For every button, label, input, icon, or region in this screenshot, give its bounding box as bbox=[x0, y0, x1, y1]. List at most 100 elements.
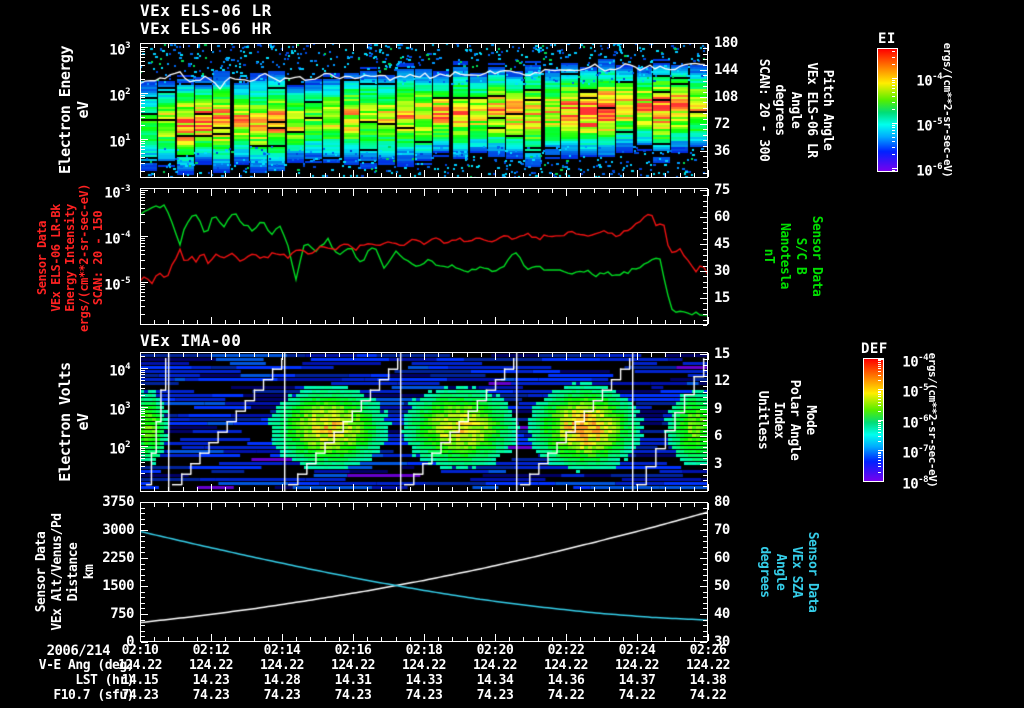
tick-mark bbox=[580, 487, 581, 491]
tick-mark bbox=[481, 189, 482, 193]
tick-mark bbox=[141, 434, 145, 435]
tick-mark bbox=[892, 123, 898, 124]
tick-mark bbox=[703, 206, 707, 207]
tick-mark bbox=[339, 503, 340, 507]
tick-mark bbox=[538, 487, 539, 491]
tick-mark bbox=[700, 244, 707, 245]
tick-mark bbox=[183, 503, 184, 507]
tick-mark bbox=[523, 320, 524, 324]
tick-mark bbox=[254, 189, 255, 193]
tick-mark bbox=[703, 631, 707, 632]
bottom-row-value: 74.23 bbox=[476, 688, 514, 703]
tick-mark bbox=[703, 386, 707, 387]
tick-mark bbox=[141, 194, 145, 195]
tick-mark bbox=[141, 61, 145, 62]
colorbar1-tick: 10-5 bbox=[916, 117, 942, 135]
tick-mark bbox=[141, 411, 145, 412]
tick-mark bbox=[282, 170, 283, 177]
tick-mark bbox=[424, 317, 425, 324]
tick-mark bbox=[141, 246, 145, 247]
panel4-rtick: 60 bbox=[714, 550, 730, 566]
tick-mark bbox=[481, 44, 482, 48]
tick-mark bbox=[609, 173, 610, 177]
tick-mark bbox=[878, 436, 881, 437]
tick-mark bbox=[623, 503, 624, 507]
tick-mark bbox=[892, 88, 895, 89]
tick-mark bbox=[609, 44, 610, 48]
panel4-right-label-line: VEx SZA bbox=[789, 546, 804, 598]
bottom-row-value: 124.22 bbox=[260, 658, 304, 673]
tick-mark bbox=[197, 44, 198, 48]
tick-mark bbox=[703, 392, 707, 393]
panel3-left-label: Electron Volts eV bbox=[56, 362, 92, 481]
tick-mark bbox=[509, 503, 510, 507]
tick-mark bbox=[211, 484, 212, 491]
tick-mark bbox=[703, 320, 707, 321]
tick-mark bbox=[452, 189, 453, 193]
tick-mark bbox=[566, 44, 567, 51]
tick-mark bbox=[703, 167, 707, 168]
tick-mark bbox=[310, 637, 311, 641]
tick-mark bbox=[623, 173, 624, 177]
tick-mark bbox=[254, 353, 255, 357]
tick-mark bbox=[141, 620, 145, 621]
bottom-row-value: 14.33 bbox=[405, 673, 443, 688]
panel1-rtick: 72 bbox=[714, 116, 730, 132]
time-label: 02:16 bbox=[334, 643, 372, 658]
tick-mark bbox=[254, 503, 255, 507]
panel3-right-label-line: Mode bbox=[803, 405, 818, 435]
tick-mark bbox=[282, 317, 283, 324]
tick-mark bbox=[296, 503, 297, 507]
tick-mark bbox=[892, 125, 895, 126]
tick-mark bbox=[141, 204, 145, 205]
tick-mark bbox=[538, 503, 539, 507]
tick-mark bbox=[141, 93, 148, 94]
time-label: 02:10 bbox=[121, 643, 159, 658]
tick-mark bbox=[367, 637, 368, 641]
tick-mark bbox=[452, 503, 453, 507]
tick-mark bbox=[538, 44, 539, 48]
tick-mark bbox=[703, 441, 707, 442]
tick-mark bbox=[651, 353, 652, 357]
tick-mark bbox=[154, 637, 155, 641]
tick-mark bbox=[381, 637, 382, 641]
tick-mark bbox=[424, 189, 425, 196]
tick-mark bbox=[168, 189, 169, 193]
tick-mark bbox=[254, 320, 255, 324]
tick-mark bbox=[700, 464, 707, 465]
time-label: 02:14 bbox=[263, 643, 301, 658]
tick-mark bbox=[651, 487, 652, 491]
bottom-row-value: 74.23 bbox=[334, 688, 372, 703]
tick-mark bbox=[694, 487, 695, 491]
tick-mark bbox=[665, 320, 666, 324]
tick-mark bbox=[623, 189, 624, 193]
tick-mark bbox=[495, 484, 496, 491]
tick-mark bbox=[211, 189, 212, 196]
tick-mark bbox=[700, 354, 707, 355]
tick-mark bbox=[878, 455, 881, 456]
tick-mark bbox=[892, 51, 895, 52]
tick-mark bbox=[703, 201, 707, 202]
tick-mark bbox=[878, 362, 881, 363]
colorbar2-tick: 10-7 bbox=[902, 444, 928, 462]
tick-mark bbox=[141, 564, 145, 565]
panel4-right-label-line: Sensor Data bbox=[805, 531, 820, 613]
tick-mark bbox=[325, 173, 326, 177]
tick-mark bbox=[141, 569, 145, 570]
tick-mark bbox=[225, 189, 226, 193]
tick-mark bbox=[141, 575, 145, 576]
tick-mark bbox=[381, 173, 382, 177]
panel1-right-label-line: Angle bbox=[788, 91, 803, 129]
tick-mark bbox=[878, 411, 881, 412]
tick-mark bbox=[141, 157, 145, 158]
tick-mark bbox=[339, 637, 340, 641]
tick-mark bbox=[509, 44, 510, 48]
tick-mark bbox=[211, 317, 212, 324]
tick-mark bbox=[268, 637, 269, 641]
tick-mark bbox=[665, 487, 666, 491]
tick-mark bbox=[367, 487, 368, 491]
tick-mark bbox=[523, 637, 524, 641]
tick-mark bbox=[878, 457, 881, 458]
tick-mark bbox=[892, 133, 895, 134]
tick-mark bbox=[703, 212, 707, 213]
